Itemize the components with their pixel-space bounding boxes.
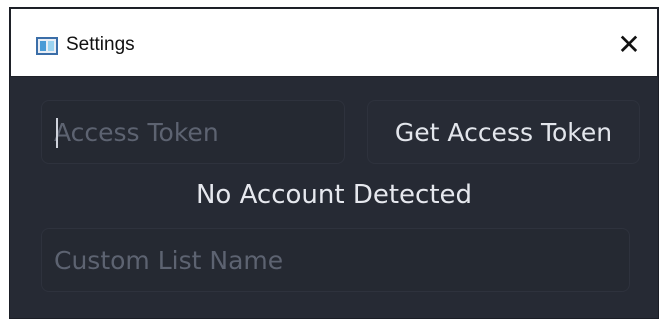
text-caret [56,118,58,148]
window-app-icon [36,37,58,55]
get-access-token-button[interactable]: Get Access Token [367,100,640,164]
window-title: Settings [66,34,135,55]
settings-window: Settings ✕ Get Access Token No Account D… [10,8,658,318]
close-icon[interactable]: ✕ [611,27,647,63]
account-status-label: No Account Detected [195,180,473,210]
custom-list-name-input[interactable] [41,228,630,292]
access-token-input[interactable] [41,100,345,164]
title-bar[interactable]: Settings ✕ [10,8,658,77]
